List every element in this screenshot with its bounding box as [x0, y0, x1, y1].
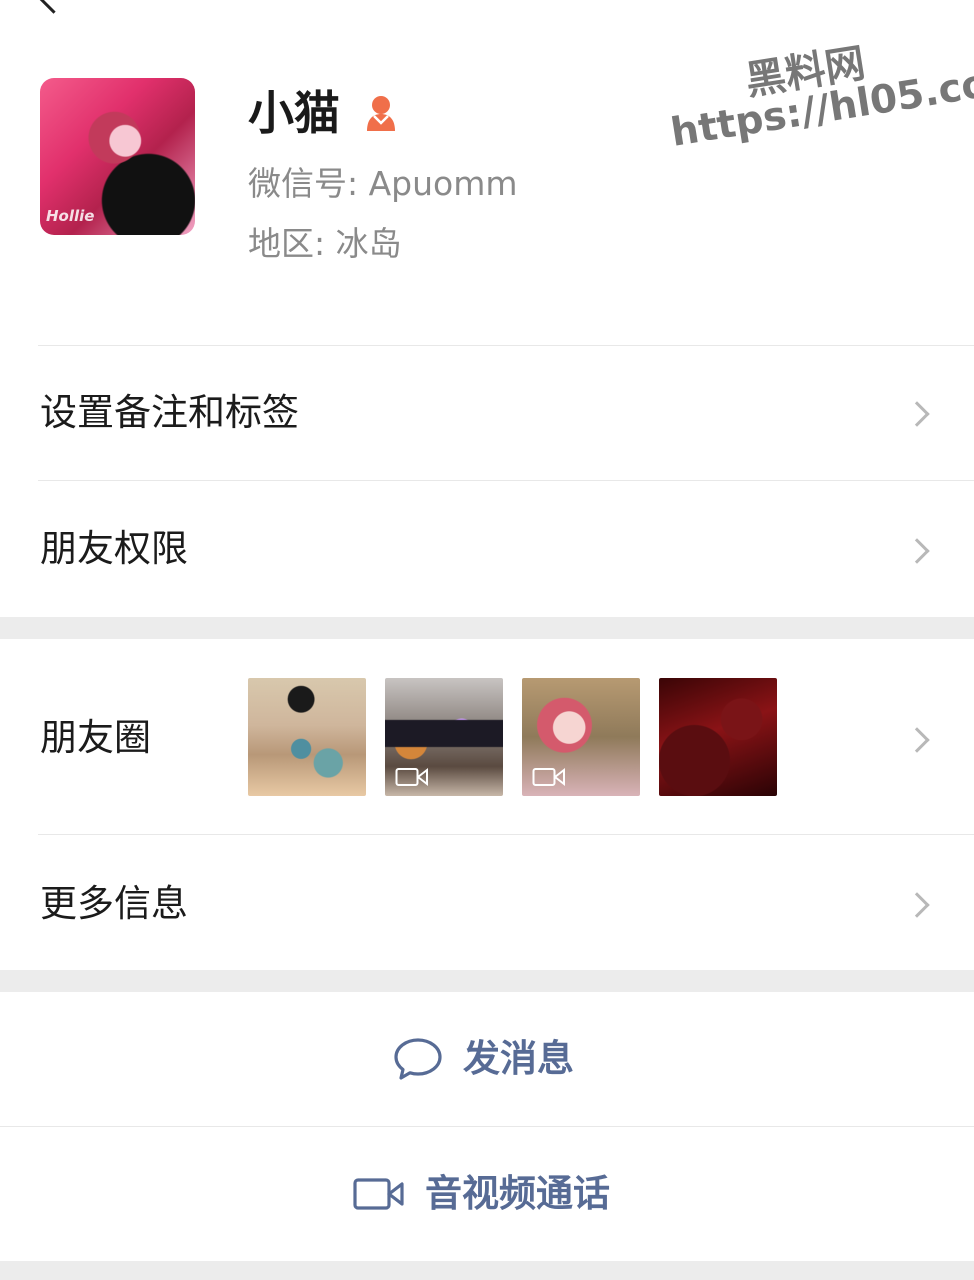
video-call-label: 音视频通话 — [425, 1172, 610, 1215]
moments-photo-thumbnail[interactable] — [248, 678, 366, 796]
female-user-icon — [367, 96, 395, 131]
chevron-right-icon — [904, 401, 930, 427]
chevron-right-icon — [904, 538, 930, 564]
avatar-tag: Hollie — [46, 207, 95, 225]
region: 地区: 冰岛 — [248, 224, 402, 263]
moments-photo-thumbnail[interactable] — [659, 678, 777, 796]
moments-video-thumbnail[interactable] — [385, 678, 503, 796]
back-arrow-icon[interactable] — [37, 0, 70, 14]
wechat-id: 微信号: Apuomm — [248, 164, 518, 203]
video-call-button[interactable]: 音视频通话 — [0, 1127, 974, 1261]
more-info-row[interactable]: 更多信息 — [0, 835, 974, 970]
friend-permissions-row[interactable]: 朋友权限 — [0, 481, 974, 617]
section-gap — [0, 617, 974, 639]
watermark: 黑料网 https://hl05.co — [660, 15, 974, 180]
chat-bubble-icon — [394, 1038, 442, 1080]
profile-header: Hollie 小猫 微信号: Apuomm 地区: 冰岛 黑料网 https:/… — [0, 0, 974, 345]
chevron-right-icon — [904, 892, 930, 918]
chevron-right-icon — [904, 727, 930, 753]
more-info-label: 更多信息 — [40, 882, 188, 925]
video-icon — [532, 767, 565, 787]
moments-label: 朋友圈 — [40, 716, 151, 759]
avatar[interactable]: Hollie — [40, 78, 195, 235]
send-message-label: 发消息 — [463, 1037, 574, 1080]
video-icon — [395, 767, 428, 787]
section-gap — [0, 1261, 974, 1280]
video-camera-icon — [353, 1178, 404, 1210]
remarks-tags-row[interactable]: 设置备注和标签 — [0, 346, 974, 480]
profile-name: 小猫 — [248, 86, 340, 140]
friend-permissions-label: 朋友权限 — [40, 527, 188, 570]
send-message-button[interactable]: 发消息 — [0, 992, 974, 1126]
section-gap — [0, 970, 974, 992]
moments-video-thumbnail[interactable] — [522, 678, 640, 796]
remarks-tags-label: 设置备注和标签 — [40, 391, 299, 434]
